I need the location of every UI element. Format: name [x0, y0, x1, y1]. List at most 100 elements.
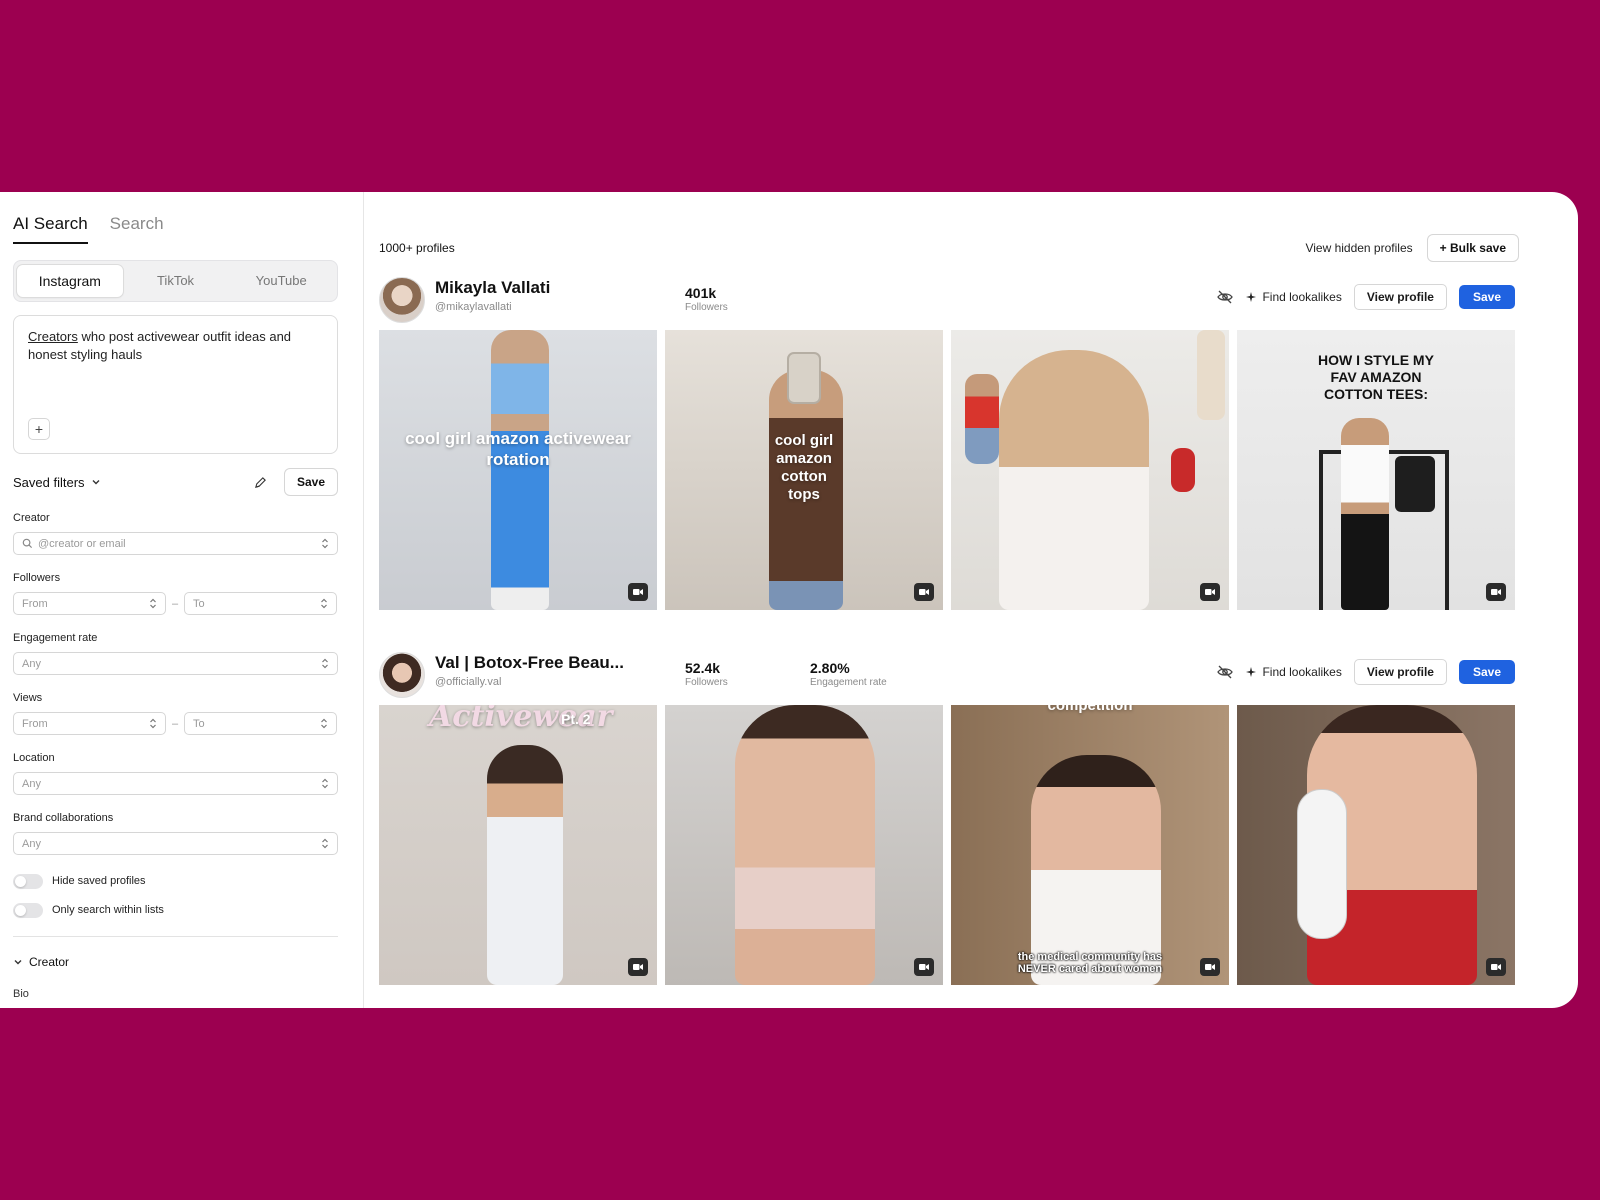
engagement-select[interactable]: Any	[13, 652, 338, 675]
views-from-select[interactable]: From	[13, 712, 166, 735]
updown-arrows-icon	[322, 658, 328, 669]
tab-ai-search[interactable]: AI Search	[13, 214, 88, 244]
profile-header: Mikayla Vallati @mikaylavallati 401k Fol…	[379, 274, 1515, 324]
creator-search-input[interactable]: @creator or email	[13, 532, 338, 555]
views-filter-label: Views	[13, 692, 43, 704]
post-thumbnails: Activewear Pt. 2 competition the medical…	[379, 705, 1515, 985]
thumbnail-figure	[1341, 418, 1389, 610]
only-lists-toggle[interactable]	[13, 902, 43, 918]
profile-name[interactable]: Val | Botox-Free Beau...	[435, 653, 624, 673]
location-select[interactable]: Any	[13, 772, 338, 795]
thumbnail-figure	[491, 330, 549, 610]
platform-youtube[interactable]: YouTube	[228, 265, 334, 297]
updown-arrows-icon	[322, 778, 328, 789]
thumbnail-caption: HOW I STYLE MY FAV AMAZON COTTON TEES:	[1318, 352, 1434, 402]
any-placeholder: Any	[22, 777, 41, 790]
bulk-save-button[interactable]: + Bulk save	[1426, 234, 1519, 262]
phone-icon	[787, 352, 821, 404]
view-hidden-profiles-button[interactable]: View hidden profiles	[1305, 241, 1412, 255]
hide-saved-toggle[interactable]	[13, 873, 43, 889]
hide-saved-row: Hide saved profiles	[13, 873, 337, 889]
rack-pole	[1445, 450, 1449, 610]
thumbnail-caption: cool girl amazon activewear rotation	[405, 429, 631, 469]
avatar[interactable]	[379, 652, 425, 698]
post-thumbnail[interactable]: HOW I STYLE MY FAV AMAZON COTTON TEES:	[1237, 330, 1515, 610]
saved-filters-dropdown[interactable]: Saved filters	[13, 475, 101, 490]
view-profile-button[interactable]: View profile	[1353, 284, 1447, 310]
profile-name[interactable]: Mikayla Vallati	[435, 278, 550, 298]
video-icon	[914, 958, 934, 976]
bio-filter-label: Bio	[13, 988, 29, 1000]
results-count: 1000+ profiles	[379, 241, 455, 255]
ai-query-input[interactable]: Creators who post activewear outfit idea…	[13, 315, 338, 454]
view-profile-button[interactable]: View profile	[1353, 659, 1447, 685]
profile-card: Val | Botox-Free Beau... @officially.val…	[379, 649, 1515, 985]
updown-arrows-icon	[322, 838, 328, 849]
to-placeholder: To	[193, 597, 205, 610]
engagement-label: Engagement rate	[810, 677, 887, 688]
thumbnail-figure	[965, 374, 999, 464]
saved-filters-label: Saved filters	[13, 474, 85, 490]
find-lookalikes-label: Find lookalikes	[1262, 290, 1342, 304]
ai-query-text[interactable]: Creators who post activewear outfit idea…	[28, 328, 323, 364]
thumbnail-figure	[999, 350, 1149, 610]
profile-handle: @mikaylavallati	[435, 301, 512, 313]
platform-tiktok[interactable]: TikTok	[123, 265, 229, 297]
pencil-icon[interactable]	[252, 473, 270, 491]
save-filters-button[interactable]: Save	[283, 468, 338, 496]
video-icon	[1486, 958, 1506, 976]
views-range: From – To	[13, 706, 338, 735]
results-area: 1000+ profiles View hidden profiles + Bu…	[364, 192, 1578, 1008]
followers-value: 52.4k	[685, 660, 721, 676]
from-placeholder: From	[22, 717, 48, 730]
thumbnail-subcaption: Pt. 2	[561, 711, 591, 727]
creator-section-toggle[interactable]: Creator	[13, 955, 337, 969]
to-placeholder: To	[193, 717, 205, 730]
creator-section-label: Creator	[29, 955, 70, 969]
chevron-down-icon	[14, 960, 22, 965]
brand-select[interactable]: Any	[13, 832, 338, 855]
platform-instagram[interactable]: Instagram	[17, 265, 123, 297]
followers-stat: 401k Followers	[685, 285, 728, 313]
saved-filters-row: Saved filters Save	[13, 468, 338, 496]
post-thumbnail[interactable]	[1237, 705, 1515, 985]
engagement-stat: 2.80% Engagement rate	[810, 660, 887, 688]
views-to-select[interactable]: To	[184, 712, 337, 735]
followers-from-select[interactable]: From	[13, 592, 166, 615]
profile-actions: Find lookalikes View profile Save	[1216, 659, 1515, 685]
post-thumbnail[interactable]: Activewear Pt. 2	[379, 705, 657, 985]
profile-card: Mikayla Vallati @mikaylavallati 401k Fol…	[379, 274, 1515, 610]
avatar[interactable]	[379, 277, 425, 323]
updown-arrows-icon	[321, 718, 327, 729]
creator-placeholder: @creator or email	[38, 537, 126, 550]
updown-arrows-icon	[150, 718, 156, 729]
followers-stat: 52.4k Followers	[685, 660, 728, 688]
find-lookalikes-button[interactable]: Find lookalikes	[1246, 665, 1342, 679]
save-profile-button[interactable]: Save	[1458, 660, 1515, 684]
only-lists-row: Only search within lists	[13, 902, 337, 918]
post-thumbnail[interactable]: cool girl amazon cotton tops	[665, 330, 943, 610]
only-lists-label: Only search within lists	[52, 904, 164, 916]
followers-label: Followers	[685, 677, 728, 688]
search-icon	[22, 538, 33, 549]
filter-sidebar: AI Search Search Instagram TikTok YouTub…	[0, 192, 364, 1008]
post-thumbnail[interactable]: cool girl amazon activewear rotation	[379, 330, 657, 610]
search-mode-tabs: AI Search Search	[13, 214, 337, 244]
hide-profile-eye-off-icon[interactable]	[1216, 288, 1234, 306]
find-lookalikes-button[interactable]: Find lookalikes	[1246, 290, 1342, 304]
chevron-down-icon	[92, 480, 100, 485]
add-attachment-button[interactable]: +	[28, 418, 50, 440]
updown-arrows-icon	[321, 598, 327, 609]
tab-search[interactable]: Search	[110, 214, 164, 244]
profile-handle: @officially.val	[435, 676, 502, 688]
post-thumbnail[interactable]: competition the medical community has NE…	[951, 705, 1229, 985]
any-placeholder: Any	[22, 657, 41, 670]
followers-range: From – To	[13, 586, 338, 615]
post-thumbnail[interactable]	[665, 705, 943, 985]
save-profile-button[interactable]: Save	[1458, 285, 1515, 309]
sparkle-icon	[1246, 292, 1257, 302]
post-thumbnail[interactable]	[951, 330, 1229, 610]
profile-actions: Find lookalikes View profile Save	[1216, 284, 1515, 310]
hide-profile-eye-off-icon[interactable]	[1216, 663, 1234, 681]
followers-to-select[interactable]: To	[184, 592, 337, 615]
